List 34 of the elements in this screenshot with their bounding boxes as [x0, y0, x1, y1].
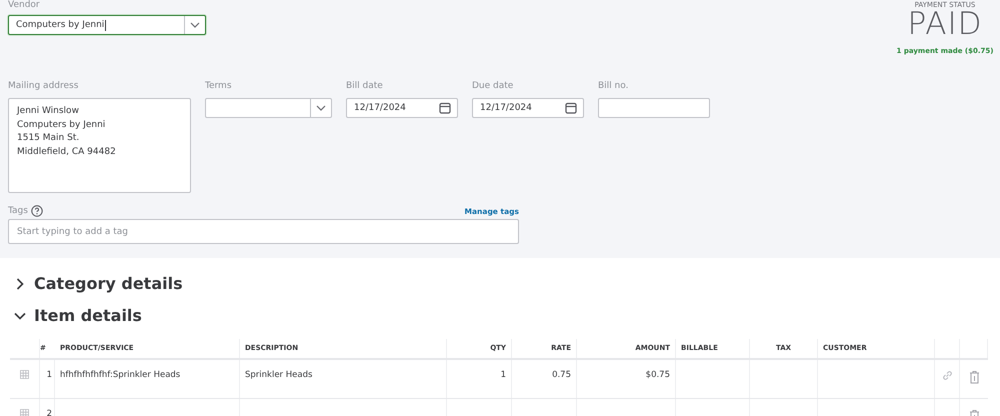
payment-status: PAID [908, 9, 982, 40]
date-field[interactable]: 12/17/2024 [472, 98, 584, 118]
table-cell[interactable]: $0.75 [577, 360, 676, 398]
calendar-icon [439, 102, 451, 114]
chevron-down-icon [190, 22, 200, 28]
field-label: Bill no. [598, 81, 630, 92]
date-field[interactable]: 12/17/2024 [346, 98, 458, 118]
link-icon[interactable] [942, 370, 952, 381]
table-cell[interactable]: hfhfhfhfhfhf:Sprinkler Heads [55, 360, 240, 398]
field-label: Terms [205, 81, 233, 92]
field-label: Due date [472, 81, 514, 92]
delete-icon[interactable] [968, 370, 980, 384]
row-number: 1 [40, 360, 55, 398]
chevron-right-icon [14, 278, 26, 290]
table-cell[interactable]: 1 [447, 360, 512, 398]
help-icon[interactable] [30, 205, 43, 217]
field-label: Tags [8, 206, 28, 216]
table-cell[interactable]: 0.75 [512, 360, 577, 398]
section-header[interactable]: Category details [14, 272, 1000, 295]
terms-dropdown[interactable] [205, 98, 332, 118]
field-label: Vendor [8, 0, 41, 11]
drag-handle-icon[interactable] [20, 370, 29, 379]
chevron-down-icon [316, 105, 326, 111]
bill-number-field[interactable] [598, 98, 710, 118]
section-header[interactable]: Item details [14, 304, 1000, 327]
drag-handle-icon[interactable] [20, 409, 29, 416]
field-label: Mailing address [8, 81, 80, 92]
field-label: Bill date [346, 81, 384, 92]
vendor-dropdown[interactable]: Computers by Jenni [8, 15, 206, 35]
row-number: 2 [40, 399, 55, 416]
calendar-icon [565, 102, 577, 114]
table-cell[interactable]: Sprinkler Heads [240, 360, 447, 398]
mailing-address-field[interactable]: Jenni Winslow Computers by Jenni 1515 Main St. Middlefield, CA 94482 [8, 98, 191, 193]
tags-field[interactable]: Start typing to add a tag [8, 219, 519, 244]
